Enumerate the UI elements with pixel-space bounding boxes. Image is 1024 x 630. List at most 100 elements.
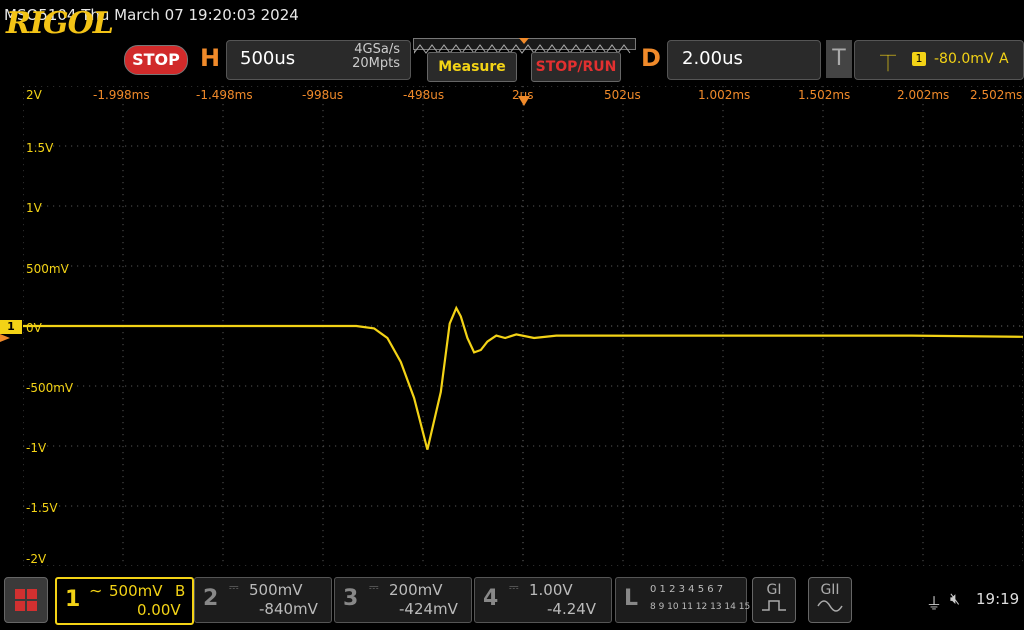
grid-dot (935, 385, 937, 387)
grid-dot (257, 86, 259, 87)
grid-dot (322, 182, 324, 184)
grid-dot (522, 422, 524, 424)
grid-dot (509, 565, 511, 566)
grid-dot (971, 385, 973, 387)
waveform-display[interactable] (23, 86, 1023, 566)
grid-dot (1019, 86, 1021, 87)
grid-dot (887, 265, 889, 267)
grid-dot (539, 505, 541, 507)
grid-dot (743, 265, 745, 267)
ch1-ground-marker[interactable]: 1 (0, 320, 22, 334)
grid-dot (743, 86, 745, 87)
grid-dot (239, 265, 241, 267)
grid-dot (822, 152, 824, 154)
grid-dot (185, 565, 187, 566)
grid-dot (59, 565, 61, 566)
mute-icon[interactable]: 🔇︎ (950, 589, 960, 609)
grid-dot (641, 325, 643, 327)
grid-dot (822, 254, 824, 256)
grid-dot (509, 265, 511, 267)
grid-dot (23, 176, 24, 178)
grid-dot (947, 445, 949, 447)
grid-dot (122, 548, 124, 550)
channel-3-panel[interactable]: 3 ⎓ 200mV -424mV (334, 577, 472, 623)
grid-dot (509, 385, 511, 387)
grid-dot (671, 265, 673, 267)
grid-dot (23, 110, 24, 112)
grid-dot (467, 205, 469, 207)
grid-dot (1013, 265, 1015, 267)
grid-dot (947, 325, 949, 327)
grid-dot (305, 445, 307, 447)
grid-dot (203, 385, 205, 387)
grid-dot (281, 145, 283, 147)
grid-dot (899, 505, 901, 507)
grid-dot (322, 314, 324, 316)
grid-dot (791, 385, 793, 387)
grid-dot (722, 410, 724, 412)
grid-dot (822, 440, 824, 442)
grid-dot (71, 86, 73, 87)
grid-dot (329, 505, 331, 507)
grid-dot (713, 86, 715, 87)
generator-1-button[interactable]: GI (752, 577, 796, 623)
grid-dot (797, 265, 799, 267)
grid-dot (143, 565, 145, 566)
grid-dot (822, 524, 824, 526)
grid-dot (299, 565, 301, 566)
grid-dot (722, 452, 724, 454)
grid-dot (821, 205, 823, 207)
grid-dot (179, 205, 181, 207)
generator-2-button[interactable]: GII (808, 577, 852, 623)
grid-dot (83, 505, 85, 507)
grid-dot (622, 260, 624, 262)
grid-dot (522, 146, 524, 148)
grid-dot (389, 565, 391, 566)
stop-run-button[interactable]: STOP/RUN (531, 52, 621, 82)
channel-1-panel[interactable]: 1 ∼ 500mV B 0.00V (55, 577, 194, 625)
grid-dot (701, 205, 703, 207)
grid-dot (485, 205, 487, 207)
grid-dot (522, 272, 524, 274)
trigger-letter[interactable]: T (826, 40, 852, 78)
grid-dot (1022, 518, 1023, 520)
grid-dot (701, 385, 703, 387)
grid-dot (822, 176, 824, 178)
logic-analyzer-panel[interactable]: L 0 1 2 3 4 5 6 7 8 9 10 11 12 13 14 15 (615, 577, 750, 623)
grid-dot (347, 265, 349, 267)
grid-dot (622, 452, 624, 454)
grid-dot (443, 265, 445, 267)
channel-2-panel[interactable]: 2 ⎓ 500mV -840mV (194, 577, 332, 623)
grid-dot (1022, 560, 1023, 562)
grid-dot (731, 385, 733, 387)
grid-dot (23, 278, 24, 280)
grid-dot (467, 325, 469, 327)
grid-dot (222, 404, 224, 406)
grid-dot (731, 565, 733, 566)
grid-dot (822, 218, 824, 220)
grid-dot (722, 458, 724, 460)
grid-dot (467, 565, 469, 566)
grid-dot (149, 565, 151, 566)
run-status-badge[interactable]: STOP (124, 45, 188, 75)
menu-button[interactable] (4, 577, 48, 623)
grid-dot (755, 86, 757, 87)
grid-dot (822, 200, 824, 202)
grid-dot (119, 145, 121, 147)
grid-dot (422, 440, 424, 442)
grid-dot (1022, 98, 1023, 100)
grid-dot (23, 284, 24, 286)
measure-button[interactable]: Measure (427, 52, 517, 82)
grid-dot (959, 145, 961, 147)
grid-dot (191, 445, 193, 447)
grid-dot (622, 290, 624, 292)
grid-dot (779, 86, 781, 87)
grid-dot (527, 86, 529, 87)
grid-dot (322, 284, 324, 286)
grid-dot (533, 445, 535, 447)
grid-dot (419, 385, 421, 387)
grid-dot (857, 565, 859, 566)
channel-4-panel[interactable]: 4 ⎓ 1.00V -4.24V (474, 577, 612, 623)
grid-dot (947, 385, 949, 387)
grid-dot (521, 265, 523, 267)
